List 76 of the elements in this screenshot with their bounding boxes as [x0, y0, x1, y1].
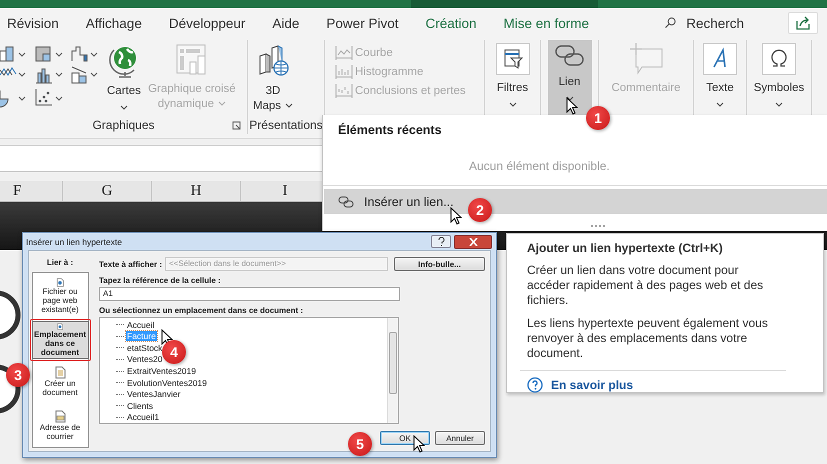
chevron-icon [285, 103, 294, 108]
group-label: Présentations [249, 118, 323, 132]
group-label: Graphiques [92, 118, 155, 132]
sparkline-icon [335, 84, 353, 98]
ribbon-tab[interactable]: Révision [7, 16, 59, 30]
ribbon-tab[interactable]: Développeur [168, 16, 246, 30]
pivot-chart-icon [176, 44, 208, 76]
ribbon-tab[interactable]: Création [425, 16, 476, 30]
help-button[interactable] [431, 235, 451, 248]
search-field[interactable]: Recherch [664, 15, 744, 31]
chevron-icon [120, 105, 128, 110]
tooltip-text: Les liens hypertexte peuvent également vous renvoyer à des emplacements dans votre document. [527, 316, 769, 361]
chevron-icon [716, 102, 724, 107]
document-icon [54, 366, 66, 379]
link-to-label: Lier à : [46, 258, 74, 267]
omega-icon [762, 43, 796, 75]
3d-maps-button[interactable]: 3D Maps [248, 40, 298, 116]
menu-header: Éléments récents [338, 123, 442, 137]
tree-item[interactable]: ExtraitVentes2019 [126, 366, 197, 376]
display-text-label: Texte à afficher : [99, 260, 162, 268]
share-icon [795, 15, 811, 31]
chevron-icon [775, 102, 783, 107]
question-icon [438, 237, 444, 246]
column-header[interactable]: F [0, 181, 62, 201]
text-icon [703, 43, 737, 75]
search-icon [664, 15, 676, 31]
ok-button[interactable]: OK [380, 431, 430, 445]
cell-reference-field[interactable]: A1 [99, 287, 400, 301]
tree-item[interactable]: Ventes20 [126, 354, 164, 364]
symbols-button[interactable]: Symboles [750, 40, 808, 120]
tree-item[interactable]: Accueil1 [126, 412, 160, 422]
cancel-button[interactable]: Annuler [435, 431, 485, 445]
document-icon [54, 410, 66, 423]
column-header[interactable]: H [151, 181, 240, 201]
places-label: Ou sélectionnez un emplacement dans ce document : [99, 306, 304, 315]
link-target-option[interactable]: Emplacement dans ce document [32, 321, 88, 359]
link-icon [338, 196, 354, 208]
chevron-icon [566, 96, 574, 101]
tree-item[interactable]: VentesJanvier [126, 389, 182, 400]
ribbon-tab[interactable]: Aide [272, 16, 300, 30]
learn-more-link[interactable]: En savoir plus [527, 377, 779, 393]
document-icon [54, 278, 66, 287]
column-header[interactable]: G [62, 181, 151, 201]
filter-icon [496, 43, 530, 75]
scrollbar[interactable] [387, 318, 398, 423]
maps-button[interactable]: Cartes [104, 40, 144, 112]
ribbon-tab[interactable]: Power Pivot [326, 16, 398, 30]
screentip-button[interactable]: Info-bulle... [394, 257, 485, 271]
comment-icon [628, 43, 664, 75]
close-icon [468, 238, 478, 246]
chevron-icon [218, 101, 226, 106]
ribbon-tab[interactable]: Affichage [86, 16, 142, 30]
tree-item[interactable]: Clients [126, 400, 154, 411]
text-button[interactable]: Texte [700, 40, 740, 120]
tooltip-text: Créer un lien dans votre document pour accéder rapidement à des pages web et des fichiers. [527, 263, 764, 308]
mouse-cursor-icon [413, 435, 425, 453]
tooltip-title: Ajouter un lien hypertexte (Ctrl+K) [527, 241, 724, 255]
cell-reference-label: Tapez la référence de la cellule : [99, 276, 222, 285]
resize-grip[interactable] [591, 225, 605, 229]
chevron-icon [508, 102, 516, 107]
link-target-option[interactable]: Fichier ou page web existant(e) [32, 277, 88, 315]
tree-item[interactable]: Accueil [126, 320, 156, 330]
tree-item[interactable]: EvolutionVentes2019 [126, 378, 208, 388]
mouse-cursor-icon [450, 207, 462, 225]
link-target-option[interactable]: Créer un document [32, 365, 88, 403]
tree-item[interactable]: etatStock [126, 342, 164, 353]
dialog-launcher-icon[interactable] [232, 121, 241, 130]
help-icon [527, 377, 543, 393]
empty-message: Aucun élément disponible. [323, 137, 827, 186]
ribbon-tab[interactable]: Mise en forme [503, 16, 590, 30]
close-button[interactable] [454, 234, 492, 248]
sparkline-icon [335, 65, 353, 79]
sparkline-icon [335, 46, 353, 60]
share-button[interactable] [788, 12, 818, 34]
link-target-option[interactable]: Adresse de courrier [32, 409, 88, 447]
dialog-title: Insérer un lien hypertexte [26, 236, 123, 246]
